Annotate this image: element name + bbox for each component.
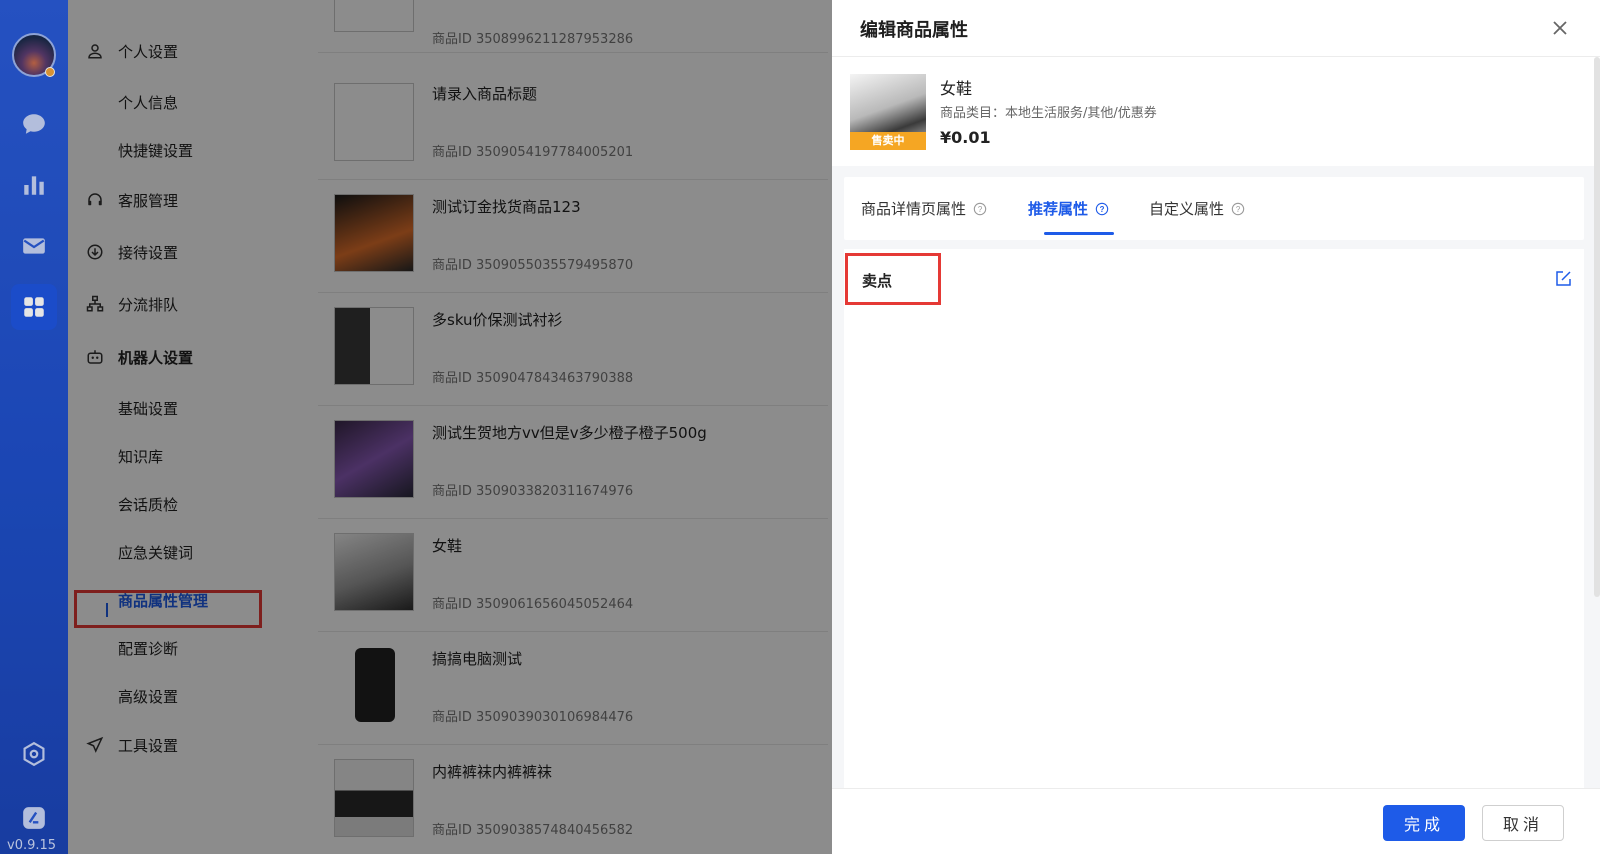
highlight-box xyxy=(74,590,262,628)
product-thumbnail xyxy=(334,0,414,32)
tab-label: 自定义属性 xyxy=(1149,200,1225,218)
product-thumbnail xyxy=(334,194,414,272)
product-category: 商品类目：本地生活服务/其他/优惠券 xyxy=(940,106,1157,121)
headset-icon xyxy=(88,193,102,206)
list-item[interactable]: 多sku价保测试衬衫 商品ID 3509047843463790388 xyxy=(318,291,828,406)
scrollbar[interactable] xyxy=(1594,57,1600,597)
list-item[interactable]: 测试订金找货商品123 商品ID 3509055035579495870 xyxy=(318,178,828,293)
svg-text:?: ? xyxy=(1236,205,1241,214)
product-title: 请录入商品标题 xyxy=(432,85,538,103)
menu-group-label: 分流排队 xyxy=(118,295,179,314)
mail-icon[interactable] xyxy=(14,226,54,266)
list-item[interactable]: 请录入商品标题 商品ID 3509054197784005201 xyxy=(318,65,828,180)
settings-menu xyxy=(68,0,284,854)
menu-item-knowledge[interactable]: 知识库 xyxy=(118,446,163,467)
menu-group-label: 接待设置 xyxy=(118,243,179,262)
chart-icon[interactable] xyxy=(14,165,54,205)
menu-group-label: 个人设置 xyxy=(118,42,179,61)
menu-item-basic[interactable]: 基础设置 xyxy=(118,398,178,419)
list-item[interactable]: 内裤裤袜内裤裤袜 商品ID 3509038574840456582 xyxy=(318,743,828,854)
product-title: 内裤裤袜内裤裤袜 xyxy=(432,763,553,781)
product-title: 测试生贺地方vv但是v多少橙子橙子500g xyxy=(432,424,707,442)
help-icon[interactable]: ? xyxy=(1095,202,1109,216)
tab-label: 推荐属性 xyxy=(1028,200,1089,218)
attributes-panel xyxy=(844,249,1584,789)
download-circle-icon xyxy=(87,244,103,260)
brand-icon xyxy=(14,798,54,838)
left-rail: v0.9.15 xyxy=(0,0,68,854)
list-item[interactable]: 测试生贺地方vv但是v多少橙子橙子500g 商品ID 3509033820311… xyxy=(318,404,828,519)
product-thumbnail xyxy=(334,307,414,385)
attribute-tabs: 商品详情页属性 ? 推荐属性 ? 自定义属性 ? xyxy=(844,177,1584,240)
product-id: 商品ID 3509054197784005201 xyxy=(432,145,634,160)
menu-item-diagnosis[interactable]: 配置诊断 xyxy=(118,638,178,659)
product-title: 测试订金找货商品123 xyxy=(432,198,581,216)
product-title: 多sku价保测试衬衫 xyxy=(432,311,563,329)
tab-detail-attributes[interactable]: 商品详情页属性 ? xyxy=(861,198,987,219)
confirm-button[interactable]: 完成 xyxy=(1383,805,1465,841)
robot-icon xyxy=(87,350,103,364)
product-title: 搞搞电脑测试 xyxy=(432,650,523,668)
product-id: 商品ID 3509047843463790388 xyxy=(432,371,634,386)
help-icon[interactable]: ? xyxy=(973,202,987,216)
tab-recommended-attributes[interactable]: 推荐属性 ? xyxy=(1028,198,1109,219)
svg-text:?: ? xyxy=(978,205,983,214)
menu-item-personal-info[interactable]: 个人信息 xyxy=(118,92,178,113)
user-icon xyxy=(88,44,102,59)
drawer-title: 编辑商品属性 xyxy=(860,20,968,41)
menu-group-label: 工具设置 xyxy=(118,736,179,755)
menu-group-label: 客服管理 xyxy=(118,191,179,210)
menu-item-keywords[interactable]: 应急关键词 xyxy=(118,542,193,563)
settings-icon[interactable] xyxy=(14,734,54,774)
product-thumbnail xyxy=(334,646,414,724)
product-price: ¥0.01 xyxy=(940,128,991,147)
help-icon[interactable]: ? xyxy=(1231,202,1245,216)
active-tab-underline xyxy=(1044,232,1114,235)
product-id: 商品ID 3509061656045052464 xyxy=(432,597,634,612)
close-icon[interactable] xyxy=(1548,16,1572,40)
cancel-button[interactable]: 取消 xyxy=(1482,805,1564,841)
list-item[interactable]: 搞搞电脑测试 商品ID 3509039030106984476 xyxy=(318,630,828,745)
menu-item-shortcuts[interactable]: 快捷键设置 xyxy=(118,140,193,161)
product-id: 商品ID 3508996211287953286 xyxy=(432,32,634,47)
send-icon xyxy=(86,736,104,753)
edit-attributes-drawer: 编辑商品属性 售卖中 女鞋 商品类目：本地生活服务/其他/优惠券 ¥0.01 商… xyxy=(832,0,1600,854)
list-item[interactable]: 女鞋 商品ID 3509061656045052464 xyxy=(318,517,828,632)
menu-item-quality[interactable]: 会话质检 xyxy=(118,494,178,515)
product-title: 女鞋 xyxy=(432,537,463,555)
status-badge: 售卖中 xyxy=(850,132,926,150)
apps-icon[interactable] xyxy=(11,284,57,330)
product-id: 商品ID 3509038574840456582 xyxy=(432,823,634,838)
product-id: 商品ID 3509039030106984476 xyxy=(432,710,634,725)
chat-icon[interactable] xyxy=(14,104,54,144)
product-thumbnail xyxy=(334,83,414,161)
product-name: 女鞋 xyxy=(940,79,973,98)
list-item[interactable]: 商品ID 3508996211287953286 xyxy=(318,0,828,53)
tab-label: 商品详情页属性 xyxy=(861,200,967,218)
menu-item-advanced[interactable]: 高级设置 xyxy=(118,686,178,707)
edit-icon[interactable] xyxy=(1554,270,1572,288)
org-tree-icon xyxy=(86,295,104,312)
status-dot xyxy=(45,67,55,77)
product-list: 商品ID 3508996211287953286 请录入商品标题 商品ID 35… xyxy=(284,0,832,854)
menu-group-label: 机器人设置 xyxy=(118,348,194,367)
highlight-box xyxy=(845,253,941,305)
product-id: 商品ID 3509033820311674976 xyxy=(432,484,634,499)
version-label: v0.9.15 xyxy=(7,838,57,853)
product-thumbnail xyxy=(334,759,414,837)
product-id: 商品ID 3509055035579495870 xyxy=(432,258,634,273)
product-thumbnail xyxy=(334,420,414,498)
product-thumbnail xyxy=(334,533,414,611)
tab-custom-attributes[interactable]: 自定义属性 ? xyxy=(1149,198,1245,219)
svg-text:?: ? xyxy=(1100,205,1105,214)
